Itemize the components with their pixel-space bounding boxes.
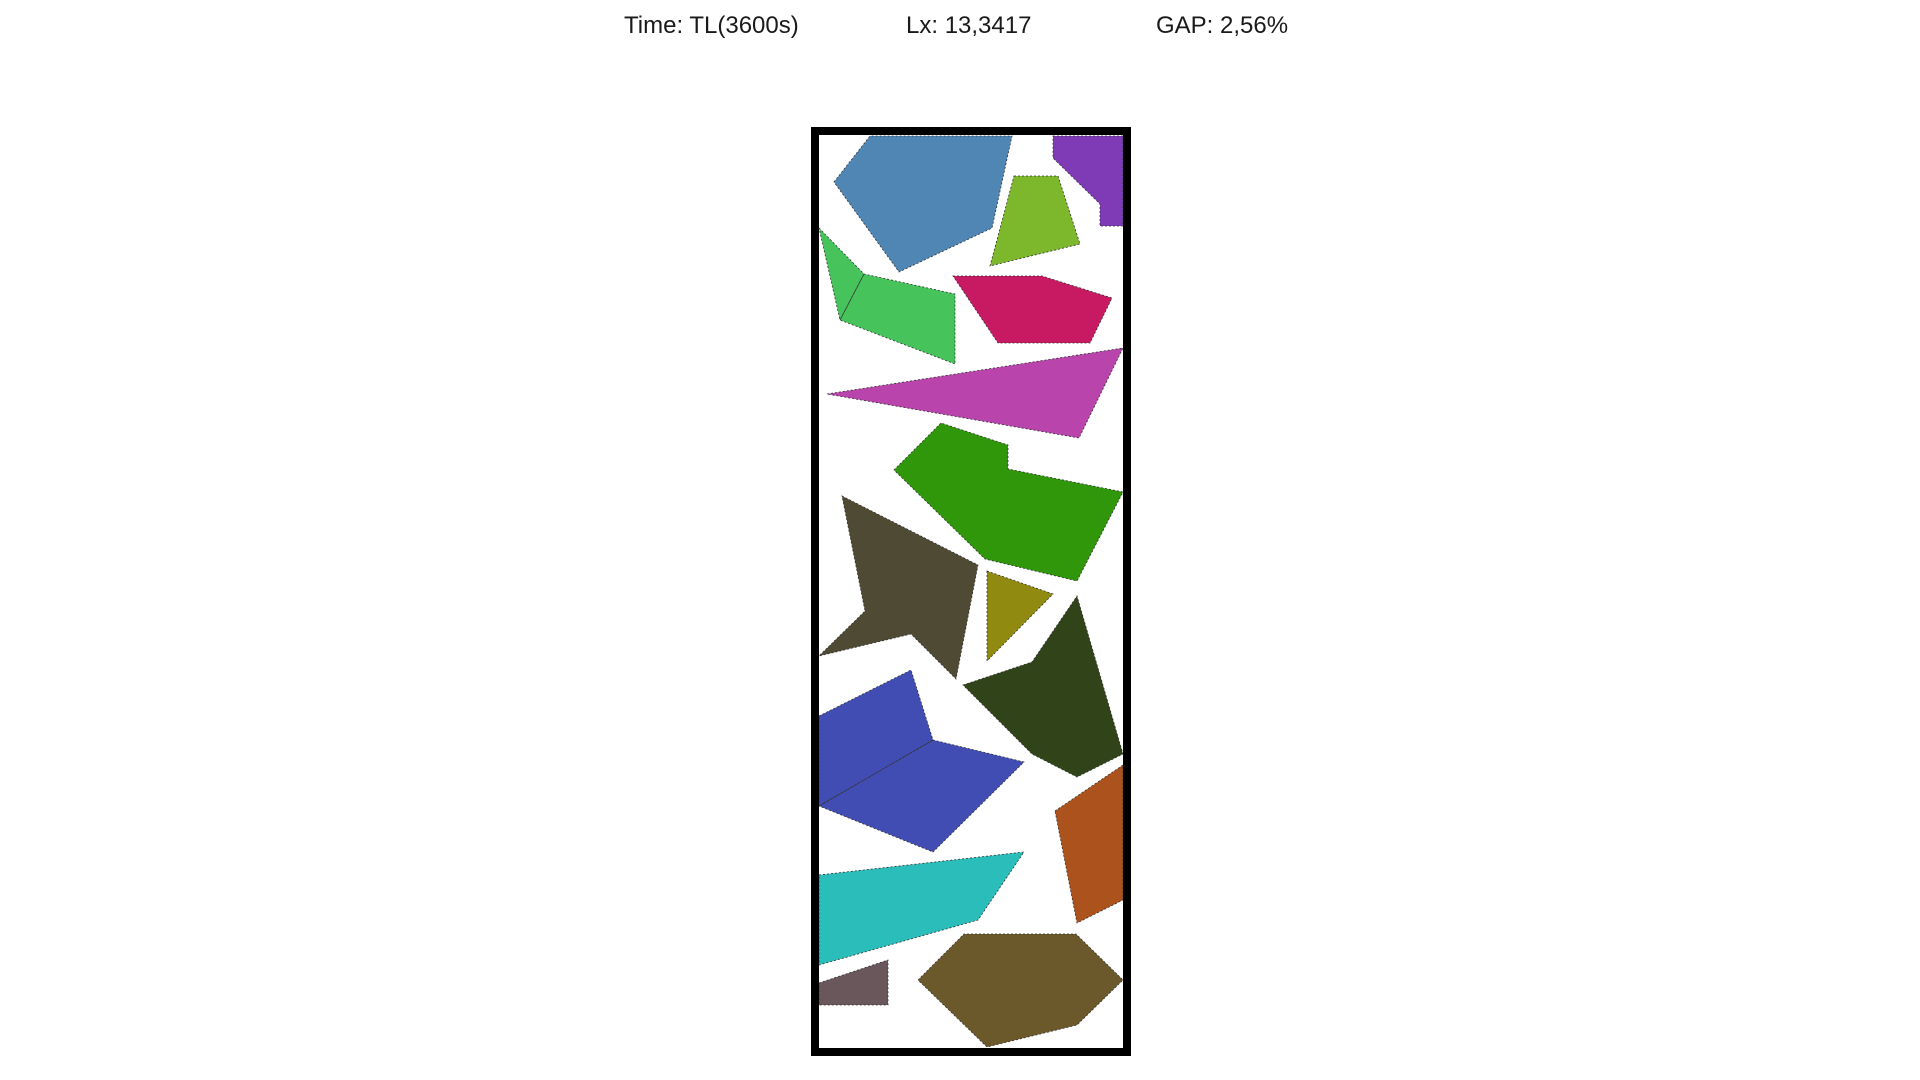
piece-lime-trapezoid: [989, 175, 1081, 267]
piece-magenta-triangle: [826, 347, 1124, 439]
pieces-group: [817, 135, 1124, 1048]
piece-rust-quad: [1054, 764, 1124, 924]
packing-layout: [811, 127, 1131, 1056]
piece-crimson-trapezoid: [952, 275, 1113, 344]
piece-steel-blue-pentagon: [833, 135, 1013, 273]
piece-brown-hexagon: [917, 933, 1124, 1048]
piece-mauve-rect: [818, 959, 889, 1006]
